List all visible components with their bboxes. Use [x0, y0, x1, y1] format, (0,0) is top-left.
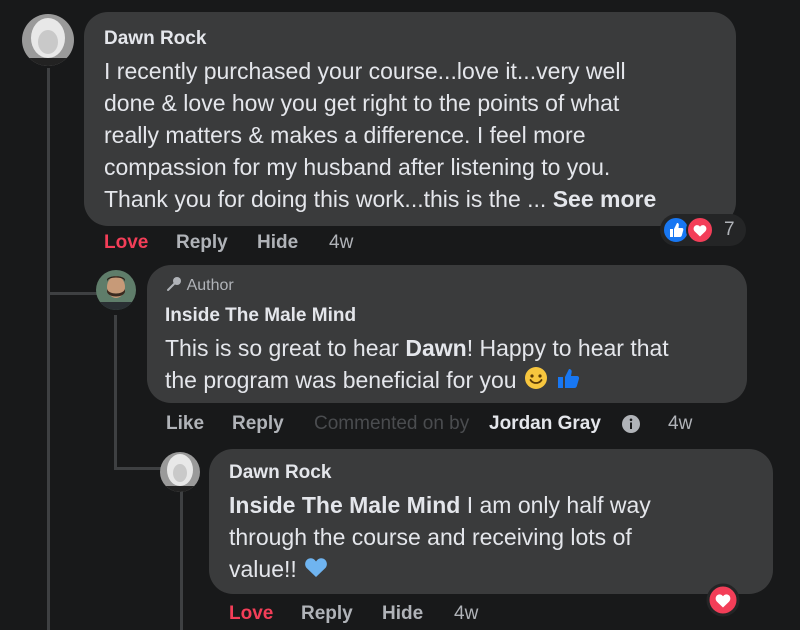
- thread-line: [47, 292, 50, 630]
- comment-line: compassion for my husband after listenin…: [104, 154, 611, 180]
- smile-emoji-icon: [523, 365, 549, 399]
- info-icon[interactable]: [621, 414, 641, 440]
- reply-button[interactable]: Reply: [301, 603, 353, 625]
- text-segment: the program was beneficial for you: [165, 367, 517, 393]
- thread-line-elbow: [114, 467, 164, 470]
- comment-line: This is so great to hear Dawn! Happy to …: [165, 332, 669, 364]
- mention-name[interactable]: Dawn: [405, 335, 466, 361]
- hide-button[interactable]: Hide: [257, 232, 298, 254]
- reaction-count: 7: [724, 219, 735, 240]
- reply-bubble: Author Inside The Male Mind This is so g…: [147, 265, 747, 403]
- avatar[interactable]: [96, 270, 136, 310]
- thread-line: [47, 68, 50, 298]
- timestamp[interactable]: 4w: [329, 232, 353, 254]
- like-button[interactable]: Like: [166, 413, 204, 435]
- comment-text: This is so great to hear Dawn! Happy to …: [165, 332, 669, 399]
- commenter-name[interactable]: Jordan Gray: [489, 413, 601, 435]
- mention-link[interactable]: Inside The Male Mind: [229, 492, 460, 518]
- thread-line-elbow: [47, 292, 97, 295]
- reaction-summary[interactable]: 7: [660, 214, 746, 246]
- reply-bubble: Dawn Rock Inside The Male Mind I am only…: [209, 449, 773, 594]
- avatar[interactable]: [160, 452, 200, 492]
- text-segment: This is so great to hear: [165, 335, 406, 361]
- love-button[interactable]: Love: [104, 232, 148, 254]
- comment-line: Inside The Male Mind I am only half way: [229, 489, 651, 521]
- avatar[interactable]: [22, 14, 74, 66]
- comment-line: value!!: [229, 553, 651, 587]
- commented-by-label: Commented on by: [314, 413, 470, 434]
- text-segment: I am only half way: [460, 492, 651, 518]
- comment-line-last: Thank you for doing this work...this is …: [104, 183, 656, 215]
- reaction-summary[interactable]: [706, 583, 742, 617]
- text-segment: ! Happy to hear that: [466, 335, 669, 361]
- comment-author[interactable]: Dawn Rock: [104, 28, 206, 50]
- thread-line: [180, 490, 183, 630]
- thread-line: [114, 315, 117, 470]
- hide-button[interactable]: Hide: [382, 603, 423, 625]
- comment-author[interactable]: Inside The Male Mind: [165, 305, 356, 327]
- blue-heart-emoji-icon: [303, 555, 329, 587]
- microphone-icon: [165, 276, 183, 297]
- heart-icon: [706, 583, 740, 622]
- text-segment: value!!: [229, 556, 297, 582]
- thumbs-up-icon: [555, 365, 585, 399]
- timestamp[interactable]: 4w: [668, 413, 692, 435]
- reply-button[interactable]: Reply: [176, 232, 228, 254]
- reply-button[interactable]: Reply: [232, 413, 284, 435]
- comment-line: done & love how you get right to the poi…: [104, 90, 620, 116]
- heart-icon: [686, 216, 714, 249]
- comment-author[interactable]: Dawn Rock: [229, 462, 331, 484]
- comment-bubble: Dawn Rock I recently purchased your cour…: [84, 12, 736, 226]
- timestamp[interactable]: 4w: [454, 603, 478, 625]
- comment-line: the program was beneficial for you: [165, 364, 669, 399]
- comment-line: really matters & makes a difference. I f…: [104, 122, 586, 148]
- comment-text: Inside The Male Mind I am only half way …: [229, 489, 651, 587]
- see-more-link[interactable]: See more: [553, 186, 657, 212]
- love-button[interactable]: Love: [229, 603, 273, 625]
- author-badge: Author: [165, 276, 234, 297]
- comment-line: I recently purchased your course...love …: [104, 58, 626, 84]
- comment-line: through the course and receiving lots of: [229, 524, 632, 550]
- comment-line: Thank you for doing this work...this is …: [104, 186, 547, 212]
- author-badge-label: Author: [186, 277, 234, 294]
- comment-text: I recently purchased your course...love …: [104, 55, 656, 215]
